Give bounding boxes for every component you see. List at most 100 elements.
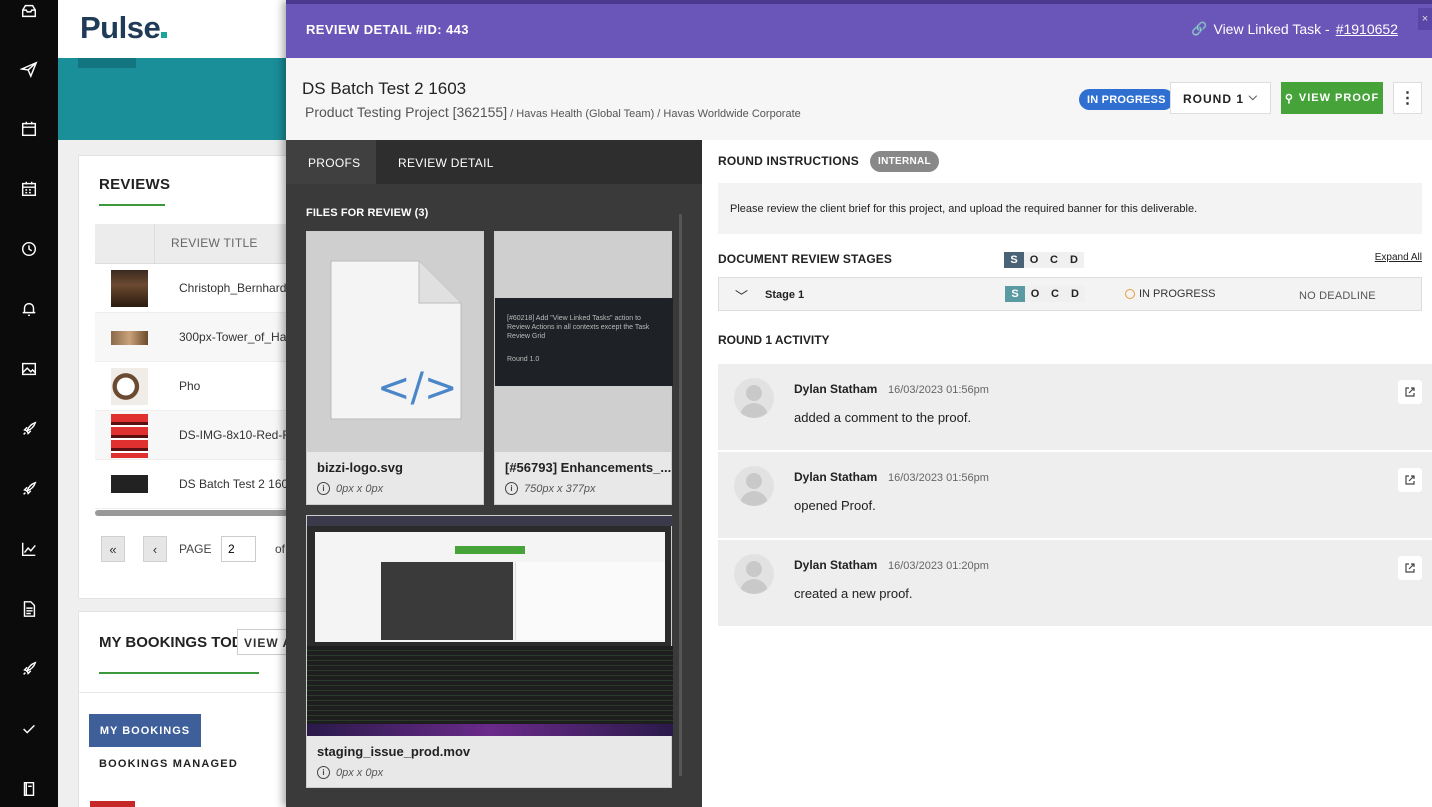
activity-item: Dylan Statham 16/03/2023 01:20pm created… <box>718 539 1432 626</box>
stage-o: O <box>1024 252 1044 268</box>
activity-item: Dylan Statham 16/03/2023 01:56pm added a… <box>718 363 1432 450</box>
my-bookings-button[interactable]: MY BOOKINGS <box>89 714 201 747</box>
review-title-cell: DS Batch Test 2 160 <box>179 477 286 491</box>
file-name: bizzi-logo.svg <box>317 460 403 475</box>
stage-o: O <box>1025 286 1045 302</box>
reviews-title: REVIEWS <box>99 176 171 193</box>
image-icon[interactable] <box>18 358 40 380</box>
document-icon[interactable] <box>18 598 40 620</box>
stage-c: C <box>1044 252 1064 268</box>
activity-text: opened Proof. <box>794 498 876 513</box>
bell-icon[interactable] <box>18 298 40 320</box>
thumb-column-header <box>95 224 155 264</box>
activity-time: 16/03/2023 01:56pm <box>888 384 989 396</box>
review-title-cell: DS-IMG-8x10-Red-F <box>179 428 286 442</box>
stage-s: S <box>1004 252 1024 268</box>
close-icon[interactable]: × <box>1418 8 1432 30</box>
table-row[interactable]: 300px-Tower_of_Ha <box>95 313 286 362</box>
view-all-button[interactable]: VIEW A <box>237 629 286 655</box>
modal-header: REVIEW DETAIL #ID: 443 🔗 View Linked Tas… <box>286 0 1432 58</box>
stage-name: Stage 1 <box>765 289 805 301</box>
prev-page-button[interactable]: ‹ <box>143 536 167 562</box>
stage-row[interactable]: ﹀ Stage 1 S O C D IN PROGRESS NO DEADLIN… <box>718 277 1422 311</box>
logo-dot-icon <box>161 32 168 38</box>
send-icon[interactable] <box>18 58 40 80</box>
rocket-2-icon[interactable] <box>18 478 40 500</box>
file-dimensions: i 0px x 0px <box>317 766 383 779</box>
file-card[interactable]: staging_issue_prod.mov i 0px x 0px <box>306 515 673 788</box>
top-bar: Pulse <box>58 0 286 58</box>
info-icon: i <box>317 482 330 495</box>
review-title-cell: Christoph_Bernhard_ <box>179 281 286 295</box>
banner-tab <box>78 58 136 68</box>
page-input[interactable] <box>221 536 256 562</box>
files-scrollbar[interactable] <box>679 214 682 776</box>
stages-title: DOCUMENT REVIEW STAGES <box>718 252 892 266</box>
app-logo[interactable]: Pulse <box>80 10 168 46</box>
status-badge: IN PROGRESS <box>1079 89 1174 110</box>
external-link-icon[interactable] <box>1398 468 1422 492</box>
page-label: PAGE <box>179 542 212 556</box>
file-preview <box>307 516 673 736</box>
rocket-3-icon[interactable] <box>18 658 40 680</box>
chevron-down-icon[interactable]: ﹀ <box>735 286 748 305</box>
avatar <box>734 378 774 418</box>
page-of-label: of <box>275 542 286 556</box>
background-page: Pulse REVIEWS REVIEW TITLE Christoph_Ber… <box>58 0 286 807</box>
activity-time: 16/03/2023 01:20pm <box>888 560 989 572</box>
internal-badge: INTERNAL <box>870 151 939 172</box>
bookings-underline <box>99 672 259 674</box>
breadcrumb-company[interactable]: Havas Worldwide Corporate <box>663 108 800 120</box>
file-dimensions: i 750px x 377px <box>505 482 596 495</box>
activity-user: Dylan Statham <box>794 470 878 484</box>
view-proof-button[interactable]: ⚲ VIEW PROOF <box>1281 82 1383 114</box>
calendar-icon[interactable] <box>18 118 40 140</box>
clock-icon[interactable] <box>18 238 40 260</box>
tab-review-detail[interactable]: REVIEW DETAIL <box>376 140 702 184</box>
external-link-icon[interactable] <box>1398 556 1422 580</box>
table-row[interactable]: Christoph_Bernhard_ <box>95 264 286 313</box>
review-detail-modal: REVIEW DETAIL #ID: 443 🔗 View Linked Tas… <box>286 0 1432 807</box>
review-detail-panel: ROUND INSTRUCTIONS INTERNAL Please revie… <box>702 140 1432 807</box>
round-label: ROUND 1 <box>1183 92 1245 106</box>
review-title-column[interactable]: REVIEW TITLE <box>171 236 258 250</box>
bookings-managed-tab[interactable]: BOOKINGS MANAGED <box>99 758 238 770</box>
more-options-icon[interactable]: ⋮ <box>1393 82 1422 114</box>
file-card[interactable]: [#60218] Add "View Linked Tasks" action … <box>494 231 673 505</box>
file-name: staging_issue_prod.mov <box>317 744 471 759</box>
red-image-thumbnail <box>111 414 148 458</box>
chart-icon[interactable] <box>18 538 40 560</box>
activity-time: 16/03/2023 01:56pm <box>888 472 989 484</box>
chevron-down-icon: ⌵ <box>1248 91 1258 103</box>
table-row[interactable]: Pho <box>95 362 286 411</box>
inbox-icon[interactable] <box>18 0 40 22</box>
video-screen-panel <box>515 562 665 640</box>
table-scrollbar[interactable] <box>95 510 286 516</box>
view-linked-task[interactable]: 🔗 View Linked Task - #1910652 <box>1191 21 1398 37</box>
portrait-thumbnail <box>111 270 148 307</box>
instructions-text: Please review the client brief for this … <box>718 183 1422 234</box>
round-select[interactable]: ROUND 1 ⌵ <box>1170 82 1271 114</box>
reviews-underline <box>99 204 165 206</box>
calendar-grid-icon[interactable] <box>18 178 40 200</box>
table-row[interactable]: DS-IMG-8x10-Red-F <box>95 411 286 460</box>
first-page-button[interactable]: « <box>101 536 125 562</box>
stage-c: C <box>1045 286 1065 302</box>
info-icon: i <box>317 766 330 779</box>
breadcrumb-project[interactable]: Product Testing Project [362155] <box>305 104 507 120</box>
tab-proofs[interactable]: PROOFS <box>286 140 376 184</box>
avatar <box>734 466 774 506</box>
breadcrumb-team[interactable]: Havas Health (Global Team) <box>516 108 654 120</box>
linked-task-link[interactable]: #1910652 <box>1336 21 1398 37</box>
file-card[interactable]: </> bizzi-logo.svg i 0px x 0px <box>306 231 484 505</box>
book-icon[interactable] <box>18 778 40 800</box>
table-row[interactable]: DS Batch Test 2 160 <box>95 460 286 509</box>
bookings-card: MY BOOKINGS TODAY VIEW A MY BOOKINGS BOO… <box>78 611 286 807</box>
rocket-icon[interactable] <box>18 418 40 440</box>
preview-round: Round 1.0 <box>507 356 540 363</box>
video-footer <box>307 724 673 736</box>
check-icon[interactable] <box>18 718 40 740</box>
search-icon: ⚲ <box>1284 92 1294 105</box>
expand-all-link[interactable]: Expand All <box>1375 252 1422 263</box>
external-link-icon[interactable] <box>1398 380 1422 404</box>
